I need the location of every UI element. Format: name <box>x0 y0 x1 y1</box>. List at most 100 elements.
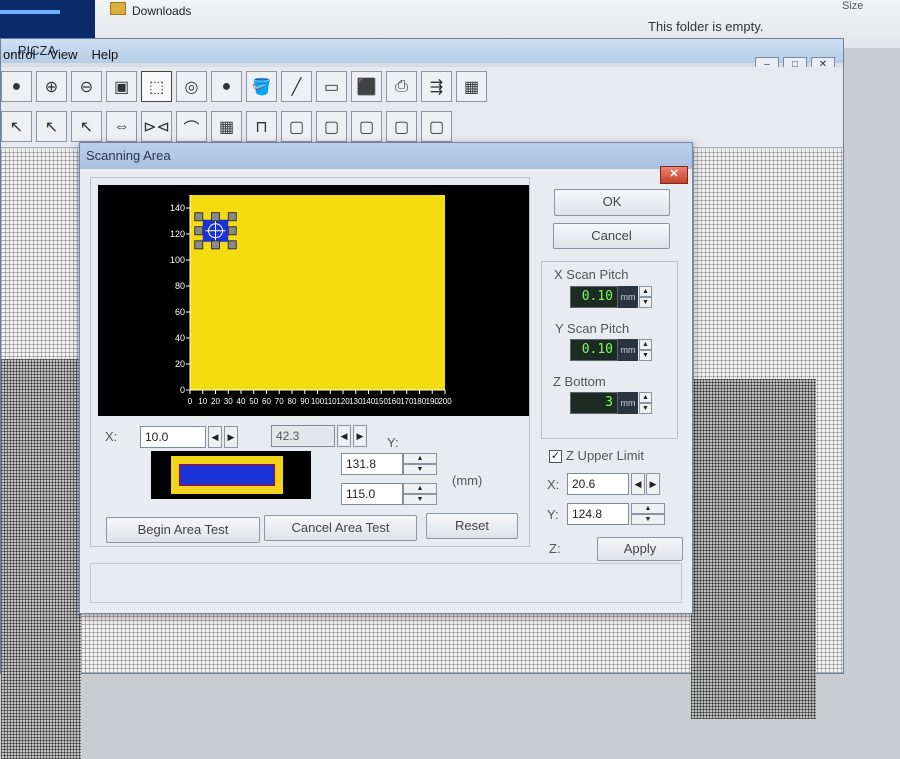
plot-svg: 0204060801001201400 10 20 30 40 50 60 70 80 90 100… <box>170 195 452 406</box>
scanning-area-dialog: Scanning Area ✕ 0 20 40 60 80 100 120 140 0 10 20 3… <box>79 142 693 614</box>
z-bottom-unit: mm <box>618 392 638 414</box>
x-tick-label: 40 <box>237 397 246 406</box>
z-upper-limit-checkbox[interactable]: ✓ <box>549 450 562 463</box>
x-position-field[interactable]: 10.0 <box>140 426 206 448</box>
toolbar: ● ⊕ ⊖ ▣ ⬚ ◎ ● 🪣 ╱ ▭ ⬛ ⎙ ⇶ ▦ ↖ ↖ ↖ ⇔ ⊳⊲ ⌒… <box>1 67 843 148</box>
menu-bar: ontrol View Help <box>1 47 118 65</box>
upper-x-label: X: <box>547 477 560 492</box>
upper-y-label: Y: <box>547 507 559 522</box>
width-decrease-button[interactable]: ▼ <box>403 464 437 475</box>
x-scan-pitch-display[interactable]: 0.10 <box>570 286 618 308</box>
select-icon[interactable]: ↖ <box>1 111 32 142</box>
selection-resize-handle <box>211 212 220 222</box>
height-increase-button[interactable]: ▲ <box>403 483 437 494</box>
height-decrease-button[interactable]: ▼ <box>403 494 437 505</box>
z-bottom-up[interactable]: ▲ <box>639 392 652 403</box>
y-tick-label: 140 <box>170 203 185 213</box>
x-increase-button[interactable]: ▶ <box>224 426 238 448</box>
scan-area-plot[interactable]: 0 20 40 60 80 100 120 140 0 10 20 30 40 50 60 70 80 90 100… <box>98 185 529 416</box>
frame-icon[interactable]: ⊓ <box>246 111 277 142</box>
x-tick-label: 100 <box>311 397 325 406</box>
export-icon[interactable]: ⇶ <box>421 71 452 102</box>
scan-mesh-right <box>691 379 816 719</box>
ok-button[interactable]: OK <box>554 189 670 216</box>
cancel-button[interactable]: Cancel <box>553 223 670 249</box>
y-position-field[interactable]: 42.3 <box>271 425 335 447</box>
mirror-vertical-icon[interactable]: ⇔ <box>106 111 137 142</box>
y-increase-button[interactable]: ▶ <box>353 425 367 447</box>
begin-area-test-button[interactable]: Begin Area Test <box>106 517 260 543</box>
selection-resize-handle <box>227 240 237 250</box>
scan-cube-icon[interactable]: ⬛ <box>351 71 382 102</box>
x-tick-label: 10 <box>198 397 207 406</box>
rotate-icon[interactable]: ◎ <box>176 71 207 102</box>
height-field[interactable]: 115.0 <box>341 483 403 505</box>
select-zoom-icon[interactable]: ↖ <box>71 111 102 142</box>
x-tick-label: 70 <box>275 397 284 406</box>
x-label: X: <box>105 429 118 444</box>
z-label: Z: <box>549 541 561 556</box>
upper-y-increase[interactable]: ▲ <box>631 503 665 514</box>
width-increase-button[interactable]: ▲ <box>403 453 437 464</box>
upper-x-field[interactable]: 20.6 <box>567 473 629 495</box>
cube-view-top-icon[interactable]: ▢ <box>316 111 347 142</box>
upper-y-field[interactable]: 124.8 <box>567 503 629 525</box>
menu-control[interactable]: ontrol <box>3 47 36 65</box>
reset-button[interactable]: Reset <box>426 513 518 539</box>
z-bottom-label: Z Bottom <box>553 374 606 389</box>
y-tick-label: 60 <box>175 307 185 317</box>
cube-view-front-icon[interactable]: ▢ <box>281 111 312 142</box>
menu-view[interactable]: View <box>50 47 78 65</box>
cube-view-iso-icon[interactable]: ▢ <box>421 111 452 142</box>
y-scan-pitch-display[interactable]: 0.10 <box>570 339 618 361</box>
x-scan-pitch-up[interactable]: ▲ <box>639 286 652 297</box>
paint-bucket-icon[interactable]: 🪣 <box>246 71 277 102</box>
toolbar-row-2: ↖ ↖ ↖ ⇔ ⊳⊲ ⌒ ▦ ⊓ ▢ ▢ ▢ ▢ ▢ <box>1 111 452 142</box>
y-tick-label: 120 <box>170 229 185 239</box>
x-tick-label: 50 <box>249 397 258 406</box>
upper-y-decrease[interactable]: ▼ <box>631 514 665 525</box>
z-upper-limit-label: Z Upper Limit <box>566 448 645 463</box>
grid-area-icon[interactable]: ▦ <box>211 111 242 142</box>
brush-icon[interactable]: ╱ <box>281 71 312 102</box>
fit-view-icon[interactable]: ▣ <box>106 71 137 102</box>
y-label: Y: <box>387 435 399 450</box>
menu-help[interactable]: Help <box>91 47 118 65</box>
upper-x-increase[interactable]: ▶ <box>646 473 660 495</box>
x-scan-pitch-down[interactable]: ▼ <box>639 297 652 308</box>
preview-selection <box>179 464 275 486</box>
y-scan-pitch-down[interactable]: ▼ <box>639 350 652 361</box>
zoom-in-icon[interactable]: ⊕ <box>36 71 67 102</box>
z-bottom-down[interactable]: ▼ <box>639 403 652 414</box>
cube-view-back-icon[interactable]: ▢ <box>386 111 417 142</box>
desktop-strip <box>0 0 95 40</box>
size-column-header[interactable]: Size <box>842 0 863 12</box>
y-scan-pitch-unit: mm <box>618 339 638 361</box>
arch-icon[interactable]: ⌒ <box>176 111 207 142</box>
upper-x-decrease[interactable]: ◀ <box>631 473 645 495</box>
cancel-area-test-button[interactable]: Cancel Area Test <box>264 515 417 541</box>
wireframe-cube-icon[interactable]: ⬚ <box>141 71 172 102</box>
z-bottom-display[interactable]: 3 <box>570 392 618 414</box>
select-alt-icon[interactable]: ↖ <box>36 111 67 142</box>
cube-view-side-icon[interactable]: ▢ <box>351 111 382 142</box>
y-decrease-button[interactable]: ◀ <box>337 425 351 447</box>
blank-tool-icon[interactable]: ▭ <box>316 71 347 102</box>
zoom-out-icon[interactable]: ⊖ <box>71 71 102 102</box>
x-tick-label: 80 <box>288 397 297 406</box>
downloads-folder[interactable]: Downloads <box>132 4 191 18</box>
color-icon[interactable]: ● <box>1 71 32 102</box>
selection-resize-handle <box>211 240 220 250</box>
dialog-close-button[interactable]: ✕ <box>660 166 688 184</box>
print-icon[interactable]: ⎙ <box>386 71 417 102</box>
dialog-title-bar: Scanning Area <box>80 143 692 169</box>
device-icon[interactable]: ▦ <box>456 71 487 102</box>
x-decrease-button[interactable]: ◀ <box>208 426 222 448</box>
mirror-horizontal-icon[interactable]: ⊳⊲ <box>141 111 172 142</box>
shaded-sphere-icon[interactable]: ● <box>211 71 242 102</box>
width-field[interactable]: 131.8 <box>341 453 403 475</box>
dialog-title: Scanning Area <box>86 148 171 163</box>
y-scan-pitch-up[interactable]: ▲ <box>639 339 652 350</box>
apply-button[interactable]: Apply <box>597 537 683 561</box>
desktop-strip-highlight <box>0 10 60 14</box>
